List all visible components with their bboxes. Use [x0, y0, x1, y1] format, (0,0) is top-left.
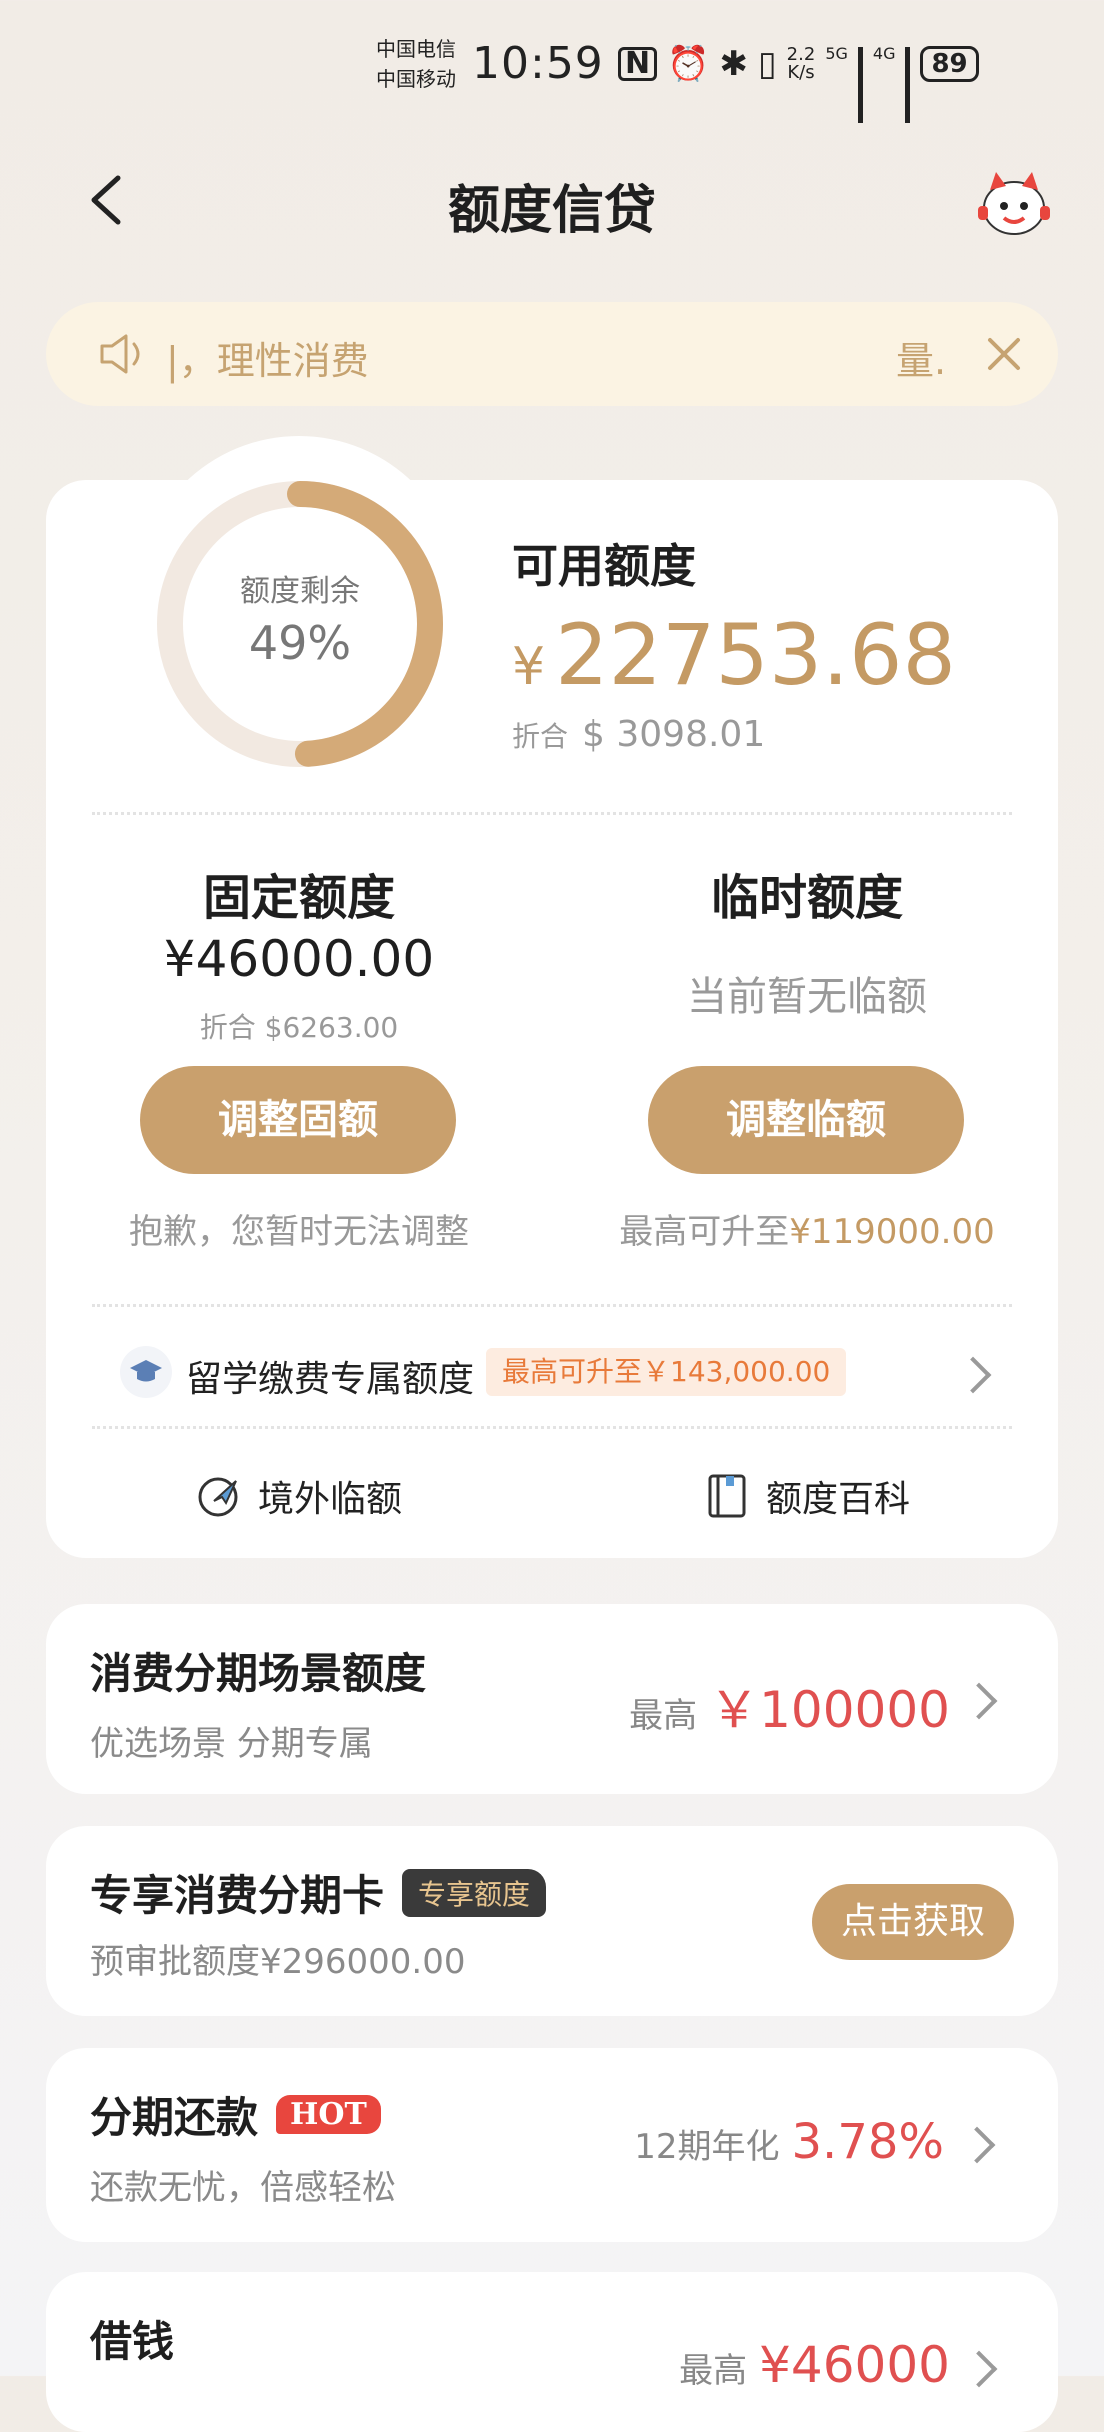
adjust-fixed-button[interactable]: 调整固额	[140, 1066, 456, 1174]
study-abroad-label[interactable]: 留学缴费专属额度	[186, 1350, 474, 1402]
installment-scene-max: 最高 ￥100000	[629, 1670, 950, 1742]
available-converted: 折合 $ 3098.01	[512, 714, 765, 755]
status-icons: N ⏰ ✱ ▯ 2.2 K/s 5G 4G 89	[618, 44, 979, 123]
temp-note: 最高可升至¥119000.00	[552, 1204, 1062, 1253]
converted-amount: $ 3098.01	[582, 714, 766, 755]
signal-2-label: 4G	[872, 44, 896, 63]
installment-scene-max-value: ￥100000	[709, 1681, 950, 1739]
bluetooth-icon: ✱	[719, 44, 748, 84]
overseas-temp-label: 境外临额	[258, 1479, 403, 1520]
notice-text-tail: 量.	[896, 339, 947, 383]
divider	[92, 1304, 1012, 1307]
repayment-subtitle: 还款无忧，倍感轻松	[90, 2168, 396, 2208]
net-speed-unit: K/s	[787, 62, 815, 83]
installment-scene-subtitle: 优选场景 分期专属	[90, 1724, 373, 1764]
carrier-names: 中国电信 中国移动	[376, 34, 456, 94]
exclusive-card-title: 专享消费分期卡	[90, 1871, 385, 1920]
available-label: 可用额度	[512, 539, 696, 593]
get-now-button[interactable]: 点击获取	[812, 1884, 1014, 1960]
page-title: 额度信贷	[447, 181, 656, 241]
credit-wiki-link[interactable]: 额度百科	[704, 1470, 910, 1522]
status-time: 10:59	[472, 38, 604, 89]
alarm-icon: ⏰	[667, 44, 710, 84]
speaker-icon	[100, 334, 140, 374]
credit-wiki-label: 额度百科	[766, 1479, 911, 1520]
installment-scene-max-label: 最高	[629, 1696, 698, 1736]
fixed-note: 抱歉，您暂时无法调整	[129, 1212, 469, 1252]
close-icon[interactable]	[982, 332, 1026, 376]
installment-scene-title: 消费分期场景额度	[90, 1649, 427, 1698]
carrier-2: 中国移动	[376, 67, 456, 91]
repayment-rate-value: 3.78%	[791, 2114, 944, 2170]
vibrate-icon: ▯	[757, 44, 777, 84]
mascot-avatar-icon[interactable]	[976, 168, 1052, 240]
repayment-header: 分期还款 HOT	[90, 2084, 381, 2145]
signal-2-icon	[905, 47, 911, 123]
repayment-title: 分期还款	[90, 2093, 259, 2142]
ring-percent: 49%	[248, 616, 352, 670]
divider	[92, 812, 1012, 815]
notice-text: |，理性消费	[166, 339, 369, 383]
plane-globe-icon	[198, 1477, 238, 1517]
ring-label: 额度剩余	[240, 574, 360, 609]
divider	[92, 1426, 1012, 1429]
status-bar: 中国电信 中国移动 10:59 N ⏰ ✱ ▯ 2.2 K/s 5G 4G 89	[0, 0, 1104, 130]
repayment-rate-label: 12期年化	[634, 2127, 780, 2167]
temp-note-prefix: 最高可升至	[619, 1212, 790, 1252]
battery-indicator: 89	[920, 46, 979, 82]
exclusive-badge: 专享额度	[402, 1868, 547, 1917]
available-currency: ¥	[512, 637, 546, 697]
fixed-title: 固定额度	[202, 870, 395, 926]
temp-note-amount: ¥119000.00	[789, 1212, 995, 1252]
exclusive-card-header: 专享消费分期卡 专享额度	[90, 1862, 547, 1923]
net-speed: 2.2 K/s	[787, 46, 816, 82]
book-icon	[708, 1474, 746, 1518]
available-value: 22753.68	[555, 606, 956, 704]
carrier-1: 中国电信	[376, 37, 456, 61]
borrow-max-label: 最高	[679, 2351, 748, 2391]
study-abroad-badge: 最高可升至￥143,000.00	[486, 1348, 847, 1396]
adjust-temp-button[interactable]: 调整临额	[648, 1066, 964, 1174]
signal-1-icon	[857, 47, 863, 123]
hot-badge: HOT	[276, 2095, 381, 2134]
borrow-max: 最高 ¥46000	[679, 2336, 950, 2394]
repayment-rate: 12期年化 3.78%	[634, 2114, 944, 2170]
overseas-temp-link[interactable]: 境外临额	[196, 1470, 402, 1522]
temp-status: 当前暂无临额	[687, 974, 927, 1020]
temp-title: 临时额度	[710, 870, 903, 926]
available-amount: ¥22753.68	[512, 606, 956, 704]
graduation-cap-icon	[120, 1346, 172, 1398]
exclusive-card-subtitle: 预审批额度¥296000.00	[90, 1942, 466, 1982]
converted-prefix: 折合	[512, 720, 569, 753]
signal-1-label: 5G	[825, 44, 848, 63]
borrow-max-value: ¥46000	[759, 2336, 950, 2394]
notice-bar[interactable]: |，理性消费 量.	[46, 302, 1058, 406]
nfc-icon: N	[618, 47, 658, 81]
fixed-converted: 折合 $6263.00	[199, 1011, 399, 1044]
borrow-title: 借钱	[90, 2317, 175, 2366]
fixed-amount: ¥46000.00	[163, 930, 435, 988]
